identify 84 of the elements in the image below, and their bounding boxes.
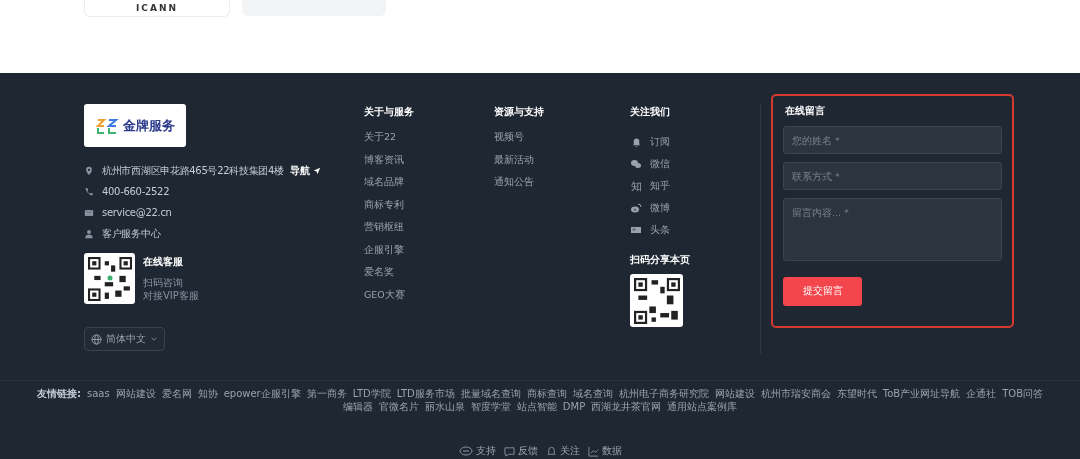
arrow-icon: [312, 166, 321, 175]
friend-link[interactable]: 通用站点案例库: [667, 400, 738, 413]
submit-button[interactable]: 提交留言: [783, 277, 862, 306]
friend-link[interactable]: TOB问答: [1002, 387, 1043, 400]
zhi-glyph-icon: 知: [630, 178, 642, 194]
friend-link[interactable]: 第一商务: [306, 387, 347, 400]
bell-icon: [545, 445, 557, 457]
globe-icon: [91, 333, 102, 345]
location-pin-icon: [84, 165, 94, 176]
user-icon: [84, 228, 94, 239]
friend-link[interactable]: 网站建设: [115, 387, 156, 400]
friend-link[interactable]: 杭州电子商务研究院: [618, 387, 709, 400]
footer-link[interactable]: 最新活动: [494, 153, 630, 176]
toolbar-link[interactable]: 关注: [559, 444, 580, 458]
logo-mark-icon: [95, 116, 120, 135]
line-chart-icon: [587, 445, 599, 457]
contact-text: 杭州市西湖区申花路465号22科技集团4楼: [102, 163, 284, 178]
footer-link[interactable]: 营销枢纽: [364, 221, 494, 244]
contact-text: 400-660-2522: [102, 186, 170, 197]
friend-link[interactable]: ToB产业网址导航: [882, 387, 961, 400]
footer-link[interactable]: GEO大赛: [364, 288, 494, 311]
contact-text: service@22.cn: [102, 207, 172, 218]
chat-bubbles-icon: [630, 158, 642, 170]
chevron-down-icon: [150, 335, 158, 343]
speech-bubble-icon: [503, 445, 515, 457]
column-heading: 资源与支持: [494, 106, 545, 118]
friend-link[interactable]: 编辑器: [342, 400, 373, 413]
card-icon: [630, 224, 642, 236]
phone-icon: [84, 186, 94, 197]
footer-link[interactable]: 视频号: [494, 131, 630, 154]
column-heading: 关于与服务: [364, 106, 415, 118]
brand-logo[interactable]: 金牌服务: [84, 104, 186, 147]
friend-link[interactable]: DMP: [562, 400, 586, 413]
share-heading: 扫码分享本页: [630, 254, 691, 266]
friend-link[interactable]: 官微名片: [378, 400, 419, 413]
footer-link[interactable]: 企服引擎: [364, 243, 494, 266]
friend-link[interactable]: 智度学堂: [470, 400, 511, 413]
contact-text: 客户服务中心: [102, 226, 161, 241]
friend-link[interactable]: 丽水山泉: [424, 400, 465, 413]
friend-link[interactable]: 网站建设: [714, 387, 755, 400]
friend-link[interactable]: LTD学院: [352, 387, 391, 400]
input-field[interactable]: 您的姓名 *: [783, 126, 1002, 154]
service-title: 在线客服: [143, 255, 184, 269]
mail-icon: [84, 207, 94, 218]
friend-link[interactable]: 爱名网: [161, 387, 192, 400]
qr-code-drawing: [84, 253, 135, 304]
social-link[interactable]: 微博: [650, 201, 670, 215]
footer-link[interactable]: 通知公告: [494, 176, 630, 199]
friend-link[interactable]: LTD服务市场: [396, 387, 455, 400]
footer-link[interactable]: 域名品牌: [364, 176, 494, 199]
social-link[interactable]: 知乎: [650, 179, 670, 193]
friend-link[interactable]: 西湖龙井茶官网: [591, 400, 662, 413]
language-selector[interactable]: 简体中文: [84, 327, 165, 351]
service-note: 扫码咨询: [143, 276, 184, 289]
friend-link[interactable]: saas: [87, 387, 110, 400]
friend-link[interactable]: 东望时代: [836, 387, 877, 400]
input-field[interactable]: 联系方式 *: [783, 162, 1002, 190]
message-field[interactable]: 留言内容... *: [783, 198, 1002, 261]
social-link[interactable]: 头条: [650, 223, 670, 237]
cloud-icon: [458, 446, 473, 456]
toolbar-link[interactable]: 数据: [601, 444, 622, 458]
friend-link[interactable]: 知协: [197, 387, 218, 400]
friend-link[interactable]: epower企服引擎: [223, 387, 301, 400]
friend-link[interactable]: 商标查询: [526, 387, 567, 400]
friend-link[interactable]: 批量域名查询: [460, 387, 521, 400]
friend-link[interactable]: 站点智能: [516, 400, 557, 413]
friend-link[interactable]: 企通社: [966, 387, 997, 400]
service-note: 对接VIP客服: [143, 289, 199, 302]
friend-links-label: 友情链接:: [37, 387, 81, 400]
qr-code-drawing: [630, 274, 683, 327]
footer-link[interactable]: 商标专利: [364, 198, 494, 221]
footer-link[interactable]: 博客资讯: [364, 153, 494, 176]
friend-link[interactable]: 杭州市瑞安商会: [760, 387, 831, 400]
toolbar-link[interactable]: 反馈: [517, 444, 538, 458]
form-title: 在线留言: [785, 105, 826, 118]
partner-logo-card: ICANN: [84, 0, 230, 17]
social-link[interactable]: 微信: [650, 157, 670, 171]
toolbar-link[interactable]: 支持: [475, 444, 496, 458]
navigation-link[interactable]: 导航: [289, 163, 310, 178]
footer-link[interactable]: 关于22: [364, 131, 494, 154]
social-link[interactable]: 订阅: [650, 135, 670, 149]
footer-link[interactable]: 爱名奖: [364, 266, 494, 289]
column-heading: 关注我们: [630, 106, 671, 118]
friend-link[interactable]: 域名查询: [572, 387, 613, 400]
